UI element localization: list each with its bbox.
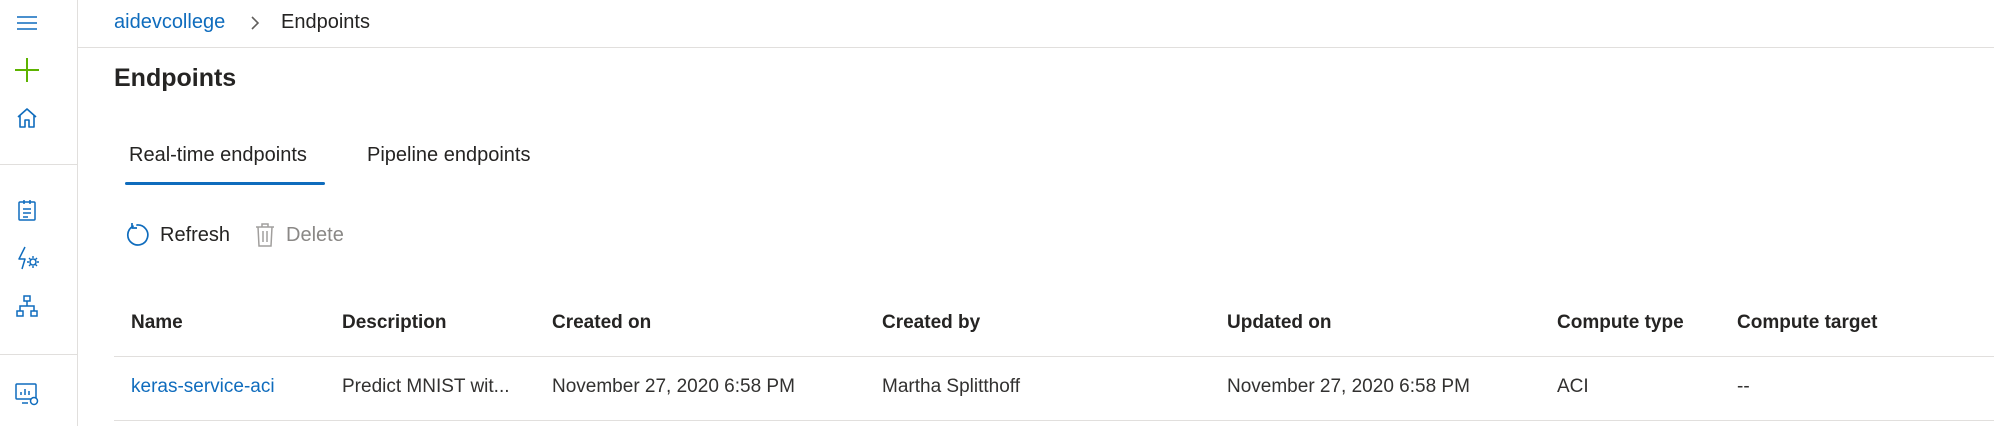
rail-divider xyxy=(0,354,77,355)
designer-icon[interactable] xyxy=(13,292,41,320)
refresh-label: Refresh xyxy=(160,223,231,246)
chevron-right-icon xyxy=(248,13,262,38)
automated-ml-icon[interactable] xyxy=(13,244,41,272)
endpoint-compute-type: ACI xyxy=(1557,376,1589,397)
endpoint-created-by: Martha Splitthoff xyxy=(882,376,1021,397)
endpoint-compute-target: -- xyxy=(1737,376,1750,397)
refresh-icon xyxy=(126,223,149,246)
compute-icon[interactable] xyxy=(13,380,41,408)
table-header-divider xyxy=(114,356,1994,357)
tab-real-time-endpoints[interactable]: Real-time endpoints xyxy=(129,144,307,167)
column-header-compute-target[interactable]: Compute target xyxy=(1737,312,1877,334)
left-nav-rail xyxy=(0,0,78,426)
column-header-description[interactable]: Description xyxy=(342,312,447,334)
page-title: Endpoints xyxy=(114,64,237,92)
tab-pipeline-endpoints[interactable]: Pipeline endpoints xyxy=(367,144,530,167)
endpoint-name-link[interactable]: keras-service-aci xyxy=(131,376,275,398)
delete-button[interactable]: Delete xyxy=(254,220,344,250)
delete-label: Delete xyxy=(286,223,344,246)
endpoint-created-on: November 27, 2020 6:58 PM xyxy=(552,376,795,397)
notebook-icon[interactable] xyxy=(13,196,41,224)
breadcrumb-workspace-link[interactable]: aidevcollege xyxy=(114,11,225,34)
column-header-name[interactable]: Name xyxy=(131,312,183,334)
delete-icon xyxy=(256,223,274,247)
refresh-button[interactable]: Refresh xyxy=(124,220,230,250)
breadcrumb-current: Endpoints xyxy=(281,11,370,33)
table-row-divider xyxy=(114,420,1994,421)
column-header-compute-type[interactable]: Compute type xyxy=(1557,312,1684,334)
column-header-updated-on[interactable]: Updated on xyxy=(1227,312,1332,334)
column-header-created-on[interactable]: Created on xyxy=(552,312,651,334)
endpoint-description: Predict MNIST wit... xyxy=(342,376,510,397)
breadcrumb: aidevcollege Endpoints xyxy=(78,0,1994,48)
hamburger-icon[interactable] xyxy=(13,9,41,37)
home-icon[interactable] xyxy=(13,104,41,132)
column-header-created-by[interactable]: Created by xyxy=(882,312,980,334)
add-icon[interactable] xyxy=(13,56,41,84)
rail-divider xyxy=(0,164,77,165)
endpoint-updated-on: November 27, 2020 6:58 PM xyxy=(1227,376,1470,397)
tab-active-indicator xyxy=(125,182,325,185)
